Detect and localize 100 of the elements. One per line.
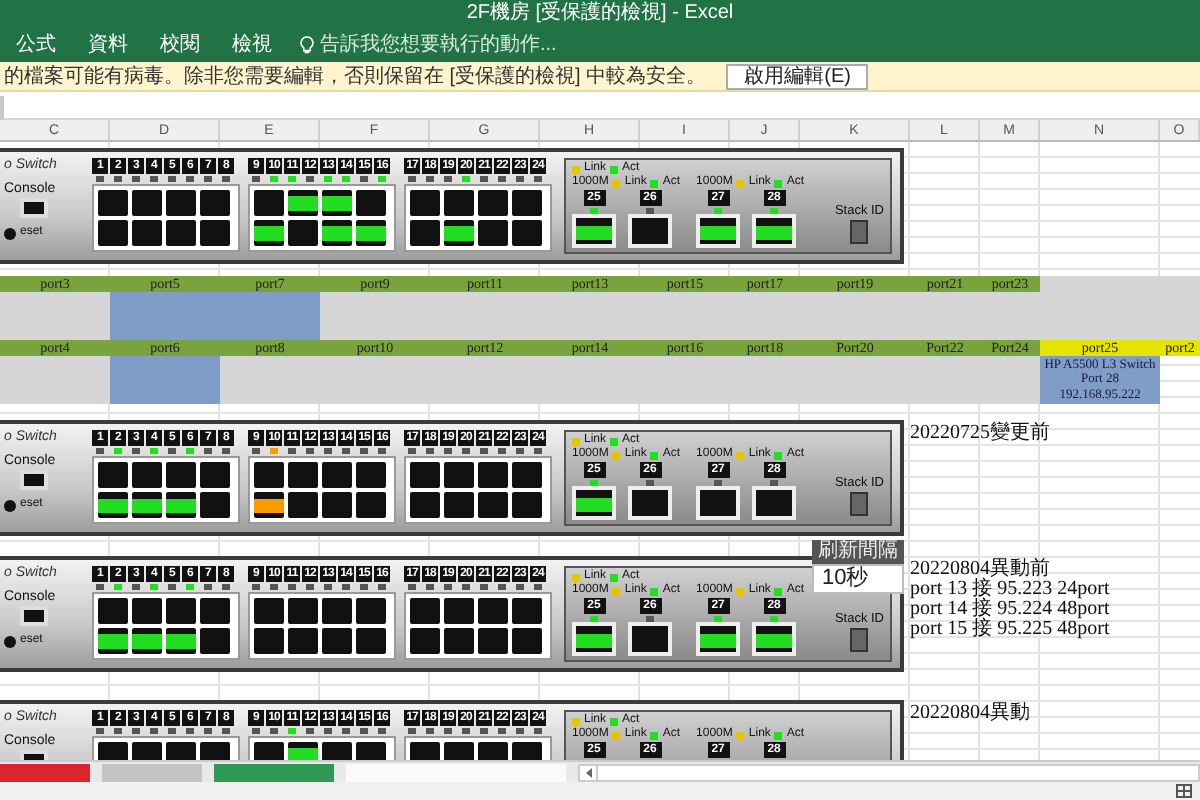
led-icon (288, 727, 296, 733)
led-icon (408, 727, 416, 733)
led-icon (480, 447, 488, 453)
led-icon (204, 175, 212, 181)
led-icon (342, 447, 350, 453)
led-icon (498, 447, 506, 453)
sfp-port (752, 486, 797, 520)
led-icon (324, 583, 332, 589)
note-text: port 15 接 95.225 48port (910, 620, 1110, 640)
led-icon (288, 175, 296, 181)
led-icon (324, 727, 332, 733)
led-icon (186, 447, 194, 453)
horizontal-scrollbar[interactable] (578, 763, 1200, 781)
note-text: 20220804異動 (910, 704, 1030, 724)
led-icon (498, 175, 506, 181)
led-icon (150, 447, 158, 453)
led-icon (650, 179, 659, 187)
ribbon-tab[interactable]: 校閱 (156, 30, 204, 60)
led-icon (610, 437, 619, 445)
led-icon (534, 583, 542, 589)
led-icon (426, 447, 434, 453)
led-icon (572, 717, 580, 725)
led-icon (736, 587, 745, 595)
led-icon (270, 583, 278, 589)
ribbon-tab[interactable]: 公式 (12, 30, 60, 60)
reset-hole-icon (4, 635, 16, 647)
led-icon (462, 583, 470, 589)
led-icon (572, 437, 580, 445)
led-icon (306, 175, 314, 181)
search-field[interactable]: 告訴我您想要執行的動作... (320, 30, 557, 60)
stack-id-display (850, 220, 869, 244)
reset-hole-icon (4, 499, 16, 511)
led-icon (498, 583, 506, 589)
led-icon (288, 447, 296, 453)
led-icon (252, 447, 260, 453)
sfp-port (628, 486, 672, 520)
led-icon (408, 583, 416, 589)
scroll-left-icon[interactable] (585, 767, 591, 777)
led-icon (444, 175, 452, 181)
led-icon (132, 583, 140, 589)
protected-view-message: 的檔案可能有病毒。除非您需要編輯，否則保留在 [受保護的檢視] 中較為安全。 (4, 63, 707, 91)
led-icon (480, 583, 488, 589)
led-icon (360, 727, 368, 733)
formula-bar[interactable] (0, 96, 1200, 120)
led-icon (462, 175, 470, 181)
sfp-port (752, 622, 797, 656)
led-icon (462, 727, 470, 733)
led-icon (222, 447, 230, 453)
led-icon (612, 731, 621, 739)
led-icon (96, 727, 104, 733)
led-icon (378, 447, 386, 453)
led-icon (612, 179, 621, 187)
led-icon (498, 727, 506, 733)
led-icon (114, 175, 122, 181)
led-icon (610, 165, 619, 173)
led-icon (222, 583, 230, 589)
led-icon (186, 727, 194, 733)
led-icon (168, 447, 176, 453)
sfp-port (696, 486, 741, 520)
console-port-icon (20, 470, 48, 490)
reset-hole-icon (4, 227, 16, 239)
led-icon (516, 447, 524, 453)
led-icon (480, 175, 488, 181)
led-icon (462, 447, 470, 453)
note-text: 20220725變更前 (910, 424, 1050, 444)
led-icon (132, 175, 140, 181)
stack-id-display (850, 492, 869, 516)
led-icon (270, 727, 278, 733)
ribbon-tab[interactable]: 資料 (84, 30, 132, 60)
led-icon (252, 175, 260, 181)
ribbon-tab[interactable]: 檢視 (228, 30, 276, 60)
led-icon (378, 583, 386, 589)
led-icon (774, 731, 783, 739)
sfp-port (696, 622, 741, 656)
led-icon (306, 447, 314, 453)
led-icon (306, 727, 314, 733)
sheet-tab[interactable] (214, 763, 334, 781)
led-icon (342, 727, 350, 733)
led-icon (168, 583, 176, 589)
led-icon (650, 731, 659, 739)
normal-view-icon[interactable] (1176, 784, 1192, 798)
sheet-tab[interactable] (0, 763, 90, 781)
led-icon (342, 583, 350, 589)
led-icon (444, 447, 452, 453)
led-icon (186, 583, 194, 589)
enable-editing-button[interactable]: 啟用編輯(E) (726, 63, 869, 89)
led-icon (186, 175, 194, 181)
note-text: port 13 接 95.223 24port (910, 580, 1110, 600)
led-icon (610, 573, 619, 581)
led-icon (324, 447, 332, 453)
led-icon (270, 175, 278, 181)
led-icon (324, 175, 332, 181)
refresh-interval-field[interactable]: 10秒 (812, 564, 904, 594)
led-icon (96, 447, 104, 453)
led-icon (378, 175, 386, 181)
led-icon (132, 447, 140, 453)
led-icon (360, 175, 368, 181)
led-icon (408, 447, 416, 453)
led-icon (342, 175, 350, 181)
led-icon (534, 175, 542, 181)
